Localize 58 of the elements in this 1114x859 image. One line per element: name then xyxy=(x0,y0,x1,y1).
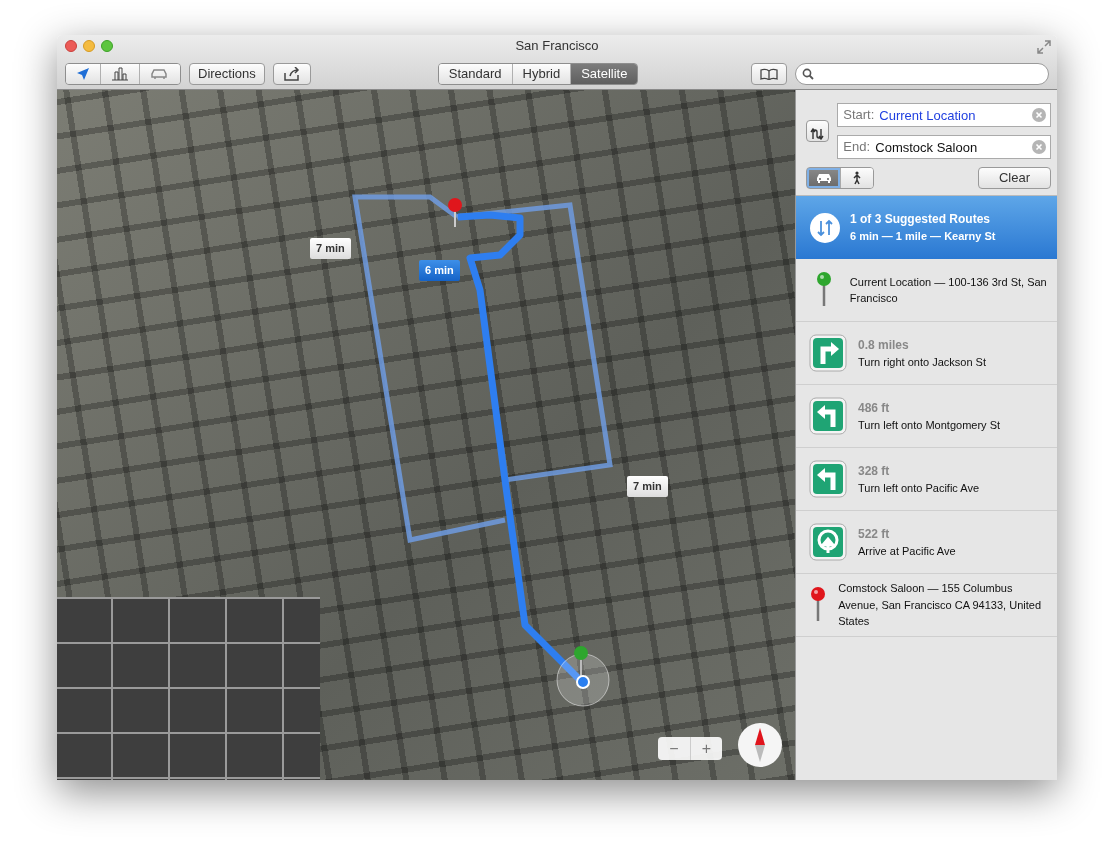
end-pin-icon[interactable] xyxy=(448,198,462,228)
map-type-tab[interactable]: Hybrid xyxy=(511,63,571,84)
zoom-out-button[interactable]: − xyxy=(658,737,690,760)
route-time-label[interactable]: 6 min xyxy=(419,260,460,281)
clear-field-icon[interactable] xyxy=(1032,140,1046,154)
traffic-button[interactable] xyxy=(139,63,180,84)
location-arrow-icon xyxy=(76,66,90,81)
start-field-label: Start: xyxy=(843,107,875,123)
arrival-icon xyxy=(809,523,847,561)
car-mode-button[interactable] xyxy=(807,168,840,188)
compass-icon[interactable] xyxy=(737,722,783,768)
step-instruction: Arrive at Pacific Ave xyxy=(858,543,956,559)
step-distance: 522 ft xyxy=(858,525,891,543)
fullscreen-icon[interactable] xyxy=(1037,40,1051,54)
bookmarks-button[interactable] xyxy=(751,62,787,85)
walking-person-icon xyxy=(851,171,863,185)
step-distance: 486 ft xyxy=(858,399,891,417)
step-instruction: Comstock Saloon — 155 Columbus Avenue, San Francisco CA 94133, United States xyxy=(838,581,1042,630)
route-time-label[interactable]: 7 min xyxy=(627,476,668,497)
clear-field-icon[interactable] xyxy=(1032,108,1046,122)
car-icon xyxy=(150,66,170,81)
step-distance: 328 ft xyxy=(858,462,891,480)
search-field[interactable] xyxy=(795,62,1049,85)
alternate-route-line[interactable] xyxy=(352,194,506,543)
zoom-in-button[interactable]: + xyxy=(690,737,722,760)
swap-button[interactable] xyxy=(806,120,830,142)
window-title: San Francisco xyxy=(515,37,599,55)
step-instruction: Current Location — 100-136 3rd St, San Francisco xyxy=(849,274,1047,306)
location-button[interactable] xyxy=(66,63,100,84)
route-summary-row[interactable]: 1 of 3 Suggested Routes 6 min — 1 mile — Kearny St xyxy=(796,196,1057,259)
book-icon xyxy=(760,67,778,80)
share-button[interactable] xyxy=(272,62,311,85)
step-instruction: Turn left onto Montgomery St xyxy=(858,417,1001,433)
walk-mode-button[interactable] xyxy=(840,168,873,188)
alternate-route-line[interactable] xyxy=(456,202,613,483)
3d-button[interactable] xyxy=(100,63,139,84)
minimize-button[interactable] xyxy=(83,40,95,52)
swap-routes-icon xyxy=(810,212,840,243)
share-icon xyxy=(281,66,302,81)
start-pin-icon[interactable] xyxy=(556,646,610,707)
directions-button[interactable]: Directions xyxy=(189,62,265,85)
step-distance: 0.8 miles xyxy=(858,336,910,354)
route-time-label[interactable]: 7 min xyxy=(310,238,351,259)
step-instruction: Turn right onto Jackson St xyxy=(858,354,986,370)
swap-arrows-icon xyxy=(809,127,826,140)
route-summary-detail: 6 min — 1 mile — Kearny St xyxy=(850,229,996,245)
route-line[interactable] xyxy=(457,211,583,683)
map-type-tab[interactable]: Satellite xyxy=(570,63,638,84)
map-type-tab[interactable]: Standard xyxy=(438,63,512,84)
step-instruction: Turn left onto Pacific Ave xyxy=(858,480,980,496)
search-icon xyxy=(802,67,814,80)
end-field-label: End: xyxy=(843,139,871,155)
car-icon xyxy=(815,172,832,184)
route-summary-title: 1 of 3 Suggested Routes xyxy=(850,211,992,229)
zoom-button[interactable] xyxy=(101,40,113,52)
buildings-icon xyxy=(111,66,129,81)
close-button[interactable] xyxy=(65,40,77,52)
clear-button[interactable]: Clear xyxy=(978,167,1051,189)
